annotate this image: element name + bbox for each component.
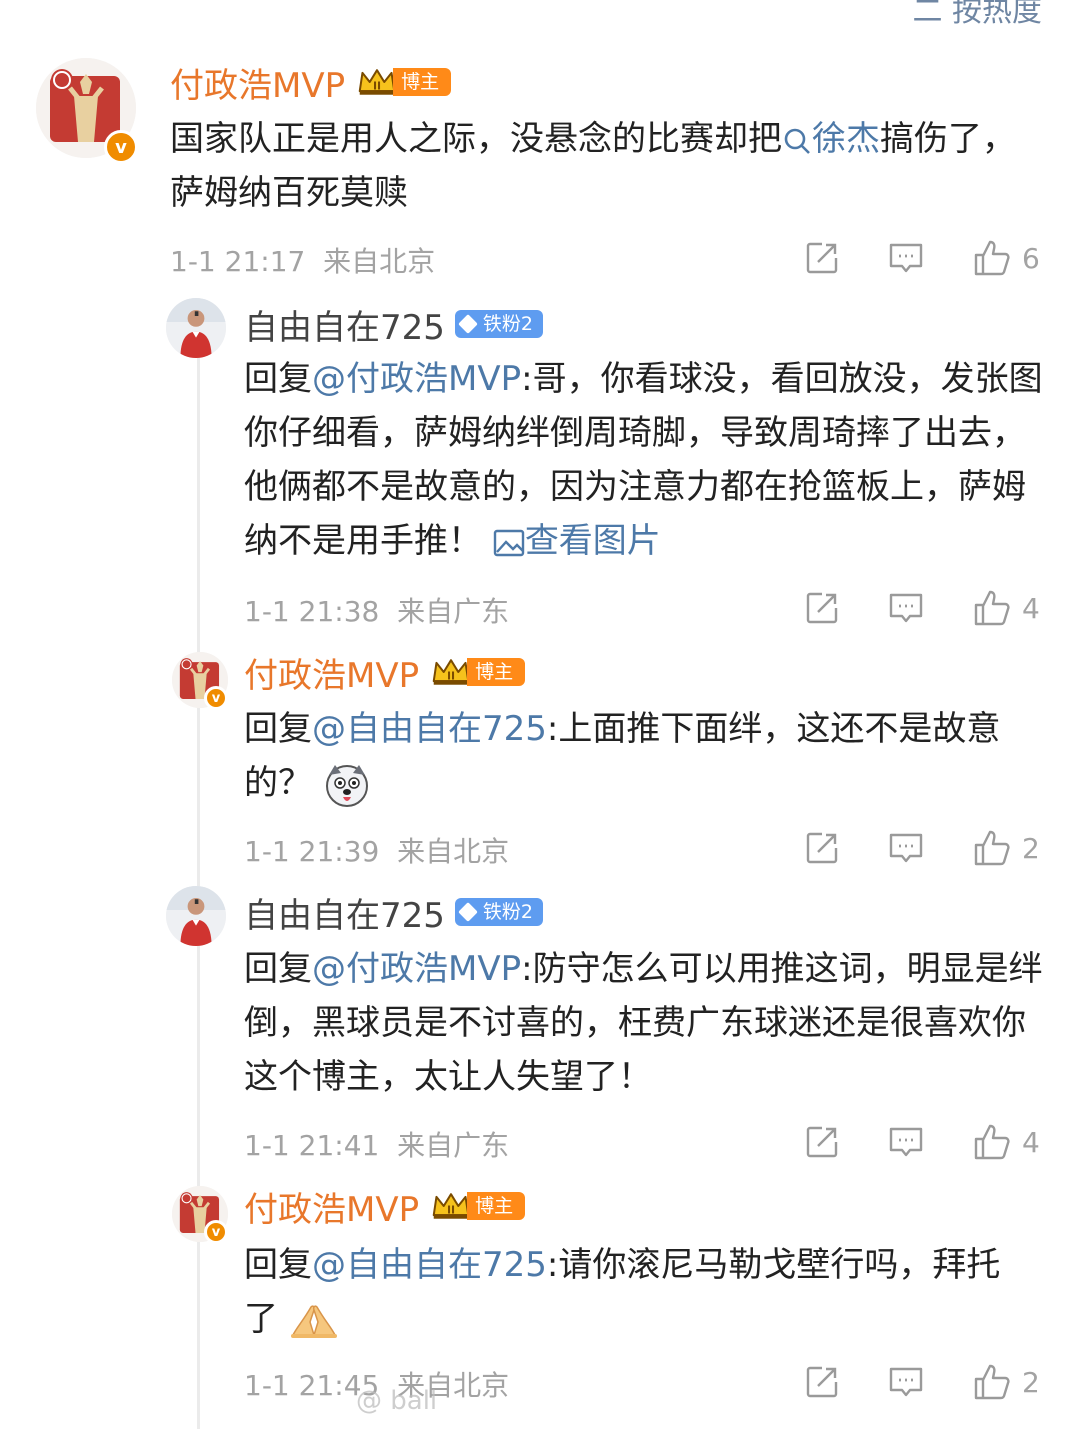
repost-button[interactable] [804, 590, 840, 626]
comment-icon [888, 1124, 924, 1160]
reply-item: v 付政浩MVP 博主 回复@自由自在725:请你滚尼马勒戈壁行吗，拜托了 1-… [0, 1176, 1080, 1429]
comment-meta: 1-1 21:39 来自北京 [244, 830, 509, 870]
avatar-image [166, 298, 226, 358]
like-count: 4 [1022, 1125, 1040, 1159]
topic-link[interactable]: 徐杰 [782, 119, 880, 159]
avatar[interactable] [166, 298, 226, 358]
repost-icon [804, 1364, 840, 1400]
comment-text: 回复@付政浩MVP:哥，你看球没，看回放没，发张图你仔细看，萨姆纳绊倒周琦脚，导… [244, 359, 1043, 561]
mention-link[interactable]: @自由自在725 [312, 709, 547, 749]
repost-icon [804, 830, 840, 866]
repost-icon [804, 240, 840, 276]
verified-icon: v [204, 686, 228, 710]
reply-button[interactable] [888, 830, 924, 866]
repost-button[interactable] [804, 830, 840, 866]
diamond-icon [458, 902, 478, 922]
comment-text: 回复@付政浩MVP:防守怎么可以用推这词，明显是绊倒，黑球员是不讨喜的，枉费广东… [244, 949, 1043, 1097]
crown-icon [431, 657, 471, 687]
crown-icon [431, 1191, 471, 1221]
timestamp: 1-1 21:41 [244, 1129, 380, 1162]
comment-text: 国家队正是用人之际，没悬念的比赛却把 徐杰搞伤了，萨姆纳百死莫赎 [170, 119, 1016, 213]
crown-icon [357, 67, 397, 97]
repost-button[interactable] [804, 240, 840, 276]
comment-meta: 1-1 21:17 来自北京 [170, 240, 435, 280]
pray-emoji-icon [290, 1304, 337, 1338]
username[interactable]: 自由自在725 [244, 300, 445, 349]
reply-button[interactable] [888, 590, 924, 626]
comment-meta: 1-1 21:38 来自广东 [244, 590, 509, 630]
location: 来自北京 [397, 835, 510, 868]
dog-emoji-icon [325, 764, 368, 807]
blogger-badge: 博主 [467, 1192, 526, 1220]
comment-icon [888, 590, 924, 626]
like-icon [972, 1122, 1012, 1162]
blogger-badge: 博主 [393, 68, 452, 96]
timestamp: 1-1 21:38 [244, 595, 380, 628]
repost-button[interactable] [804, 1364, 840, 1400]
location: 来自广东 [397, 595, 510, 628]
iron-fan-badge: 铁粉2 [454, 310, 543, 338]
comment-meta: 1-1 21:41 来自广东 [244, 1124, 509, 1164]
location: 来自北京 [323, 245, 436, 278]
like-button[interactable]: 2 [972, 828, 1046, 868]
avatar[interactable] [166, 886, 226, 946]
reply-button[interactable] [888, 240, 924, 276]
comment-text: 回复@自由自在725:上面推下面绊，这还不是故意的？ [244, 702, 1034, 810]
like-button[interactable]: 4 [972, 1122, 1046, 1162]
mention-link[interactable]: @付政浩MVP [312, 359, 521, 399]
comment-item: v 付政浩MVP 博主 国家队正是用人之际，没悬念的比赛却把 徐杰搞伤了，萨姆纳百… [0, 0, 1080, 290]
like-icon [972, 588, 1012, 628]
like-count: 2 [1022, 1365, 1040, 1399]
diamond-icon [458, 314, 478, 334]
avatar-image [166, 886, 226, 946]
iron-fan-badge: 铁粉2 [454, 898, 543, 926]
verified-icon: v [204, 1220, 228, 1244]
reply-item: 自由自在725 铁粉2 回复@付政浩MVP:防守怎么可以用推这词，明显是绊倒，黑… [0, 880, 1080, 1170]
timestamp: 1-1 21:39 [244, 835, 380, 868]
repost-icon [804, 1124, 840, 1160]
comment-icon [888, 1364, 924, 1400]
search-icon [784, 128, 810, 154]
comment-icon [888, 240, 924, 276]
username[interactable]: 付政浩MVP [244, 648, 419, 697]
like-count: 2 [1022, 831, 1040, 865]
like-icon [972, 238, 1012, 278]
username[interactable]: 自由自在725 [244, 888, 445, 937]
reply-button[interactable] [888, 1124, 924, 1160]
reply-button[interactable] [888, 1364, 924, 1400]
timestamp: 1-1 21:17 [170, 245, 306, 278]
like-button[interactable]: 6 [972, 238, 1046, 278]
like-icon [972, 828, 1012, 868]
comment-icon [888, 830, 924, 866]
like-count: 4 [1022, 591, 1040, 625]
verified-icon: v [104, 130, 138, 164]
like-button[interactable]: 4 [972, 588, 1046, 628]
username[interactable]: 付政浩MVP [244, 1182, 419, 1231]
location: 来自广东 [397, 1129, 510, 1162]
username[interactable]: 付政浩MVP [170, 58, 345, 107]
repost-button[interactable] [804, 1124, 840, 1160]
blogger-badge: 博主 [467, 658, 526, 686]
repost-icon [804, 590, 840, 626]
like-count: 6 [1022, 241, 1040, 275]
comment-text: 回复@自由自在725:请你滚尼马勒戈壁行吗，拜托了 [244, 1245, 1001, 1339]
mention-link[interactable]: @付政浩MVP [312, 949, 521, 989]
view-image-link[interactable]: 查看图片 [493, 521, 661, 561]
image-icon [493, 529, 525, 556]
watermark: @ ball [356, 1386, 438, 1416]
like-button[interactable]: 2 [972, 1362, 1046, 1402]
reply-item: v 付政浩MVP 博主 回复@自由自在725:上面推下面绊，这还不是故意的？ 1… [0, 640, 1080, 880]
like-icon [972, 1362, 1012, 1402]
mention-link[interactable]: @自由自在725 [312, 1245, 547, 1285]
reply-item: 自由自在725 铁粉2 回复@付政浩MVP:哥，你看球没，看回放没，发张图你仔细… [0, 290, 1080, 640]
